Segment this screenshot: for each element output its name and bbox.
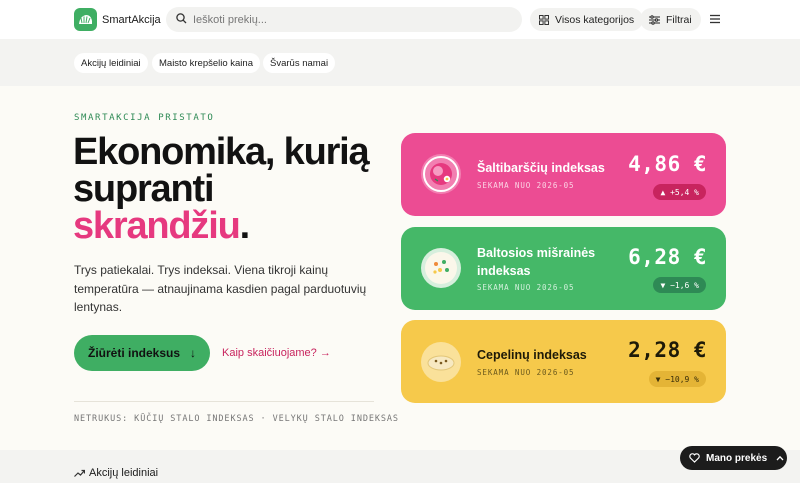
index-price: 4,86 € <box>628 152 707 176</box>
flyers-section-title: Akcijų leidiniai <box>74 467 158 479</box>
search-input[interactable] <box>193 13 493 26</box>
index-change-badge: ▼ −10,9 % <box>648 371 706 387</box>
hero-eyebrow: SMARTAKCIJA PRISTATO <box>74 113 215 123</box>
my-items-button[interactable]: Mano prekės <box>680 446 787 470</box>
my-items-label: Mano prekės <box>706 452 768 464</box>
index-since: SEKAMA NUO 2026-05 <box>477 181 575 190</box>
chip-akciju-leidiniai[interactable]: Akcijų leidiniai <box>74 53 148 73</box>
hero-lead: Trys patiekalai. Trys indeksai. Viena ti… <box>74 263 367 314</box>
salad-icon <box>421 248 461 288</box>
divider <box>74 401 374 402</box>
dumpling-icon <box>421 342 461 382</box>
index-price: 6,28 € <box>628 245 707 269</box>
index-change-badge: ▼ −1,6 % <box>653 277 706 293</box>
index-card-saltibarsciai[interactable]: Šaltibarščių indeksas SEKAMA NUO 2026-05… <box>401 133 726 216</box>
cold-soup-icon <box>421 154 461 194</box>
hamburger-menu-icon[interactable] <box>708 12 722 26</box>
index-since: SEKAMA NUO 2026-05 <box>477 283 575 292</box>
search-icon <box>176 11 187 29</box>
index-price: 2,28 € <box>628 338 707 362</box>
chevron-up-icon <box>776 455 784 461</box>
search-bar[interactable] <box>166 7 522 32</box>
index-card-baltoji-misraine[interactable]: Baltosios mišrainės indeksas SEKAMA NUO … <box>401 227 726 310</box>
top-navigation-bar: SmartAkcija Visos kategorijos Filtrai <box>0 0 800 39</box>
sliders-icon <box>649 14 660 25</box>
arrow-down-icon: ↓ <box>190 346 197 360</box>
all-categories-button[interactable]: Visos kategorijos <box>530 8 644 31</box>
trending-up-icon <box>74 469 85 477</box>
index-card-cepelinai[interactable]: Cepelinų indeksas SEKAMA NUO 2026-05 2,2… <box>401 320 726 403</box>
index-name: Baltosios mišrainės indeksas <box>477 246 596 278</box>
brand-logo[interactable]: SmartAkcija <box>74 8 161 31</box>
index-name: Šaltibarščių indeksas <box>477 161 605 175</box>
flyers-section-label: Akcijų leidiniai <box>89 467 159 479</box>
grid-icon <box>539 14 549 25</box>
hero-headline: Ekonomika, kurią supranti skrandžiu. <box>73 131 393 247</box>
all-categories-label: Visos kategorijos <box>555 13 635 26</box>
headline-line-1: Ekonomika, kurią <box>73 131 370 173</box>
index-name: Cepelinų indeksas <box>477 348 587 362</box>
filters-label: Filtrai <box>666 13 692 26</box>
index-since: SEKAMA NUO 2026-05 <box>477 368 575 377</box>
filters-button[interactable]: Filtrai <box>640 8 701 31</box>
index-change-badge: ▲ +5,4 % <box>653 184 706 200</box>
headline-accent: skrandžiu <box>73 205 241 247</box>
heart-icon <box>689 453 700 463</box>
view-indices-label: Žiūrėti indeksus <box>87 346 181 360</box>
brand-name: SmartAkcija <box>102 13 161 26</box>
view-indices-button[interactable]: Žiūrėti indeksus ↓ <box>74 335 210 371</box>
chip-svarus-namai[interactable]: Švarūs namai <box>263 53 336 73</box>
how-we-calculate-link[interactable]: Kaip skaičiuojame? → <box>222 347 331 359</box>
headline-dot: . <box>239 205 251 247</box>
chip-maisto-krepselio-kaina[interactable]: Maisto krepšelio kaina <box>152 53 260 73</box>
quick-links-bar: Akcijų leidiniai Maisto krepšelio kaina … <box>0 39 800 86</box>
hedgehog-logo-icon <box>74 8 97 31</box>
headline-line-2: supranti <box>73 168 215 210</box>
coming-soon-note: NETRUKUS: KŪČIŲ STALO INDEKSAS · VELYKŲ … <box>74 414 399 424</box>
